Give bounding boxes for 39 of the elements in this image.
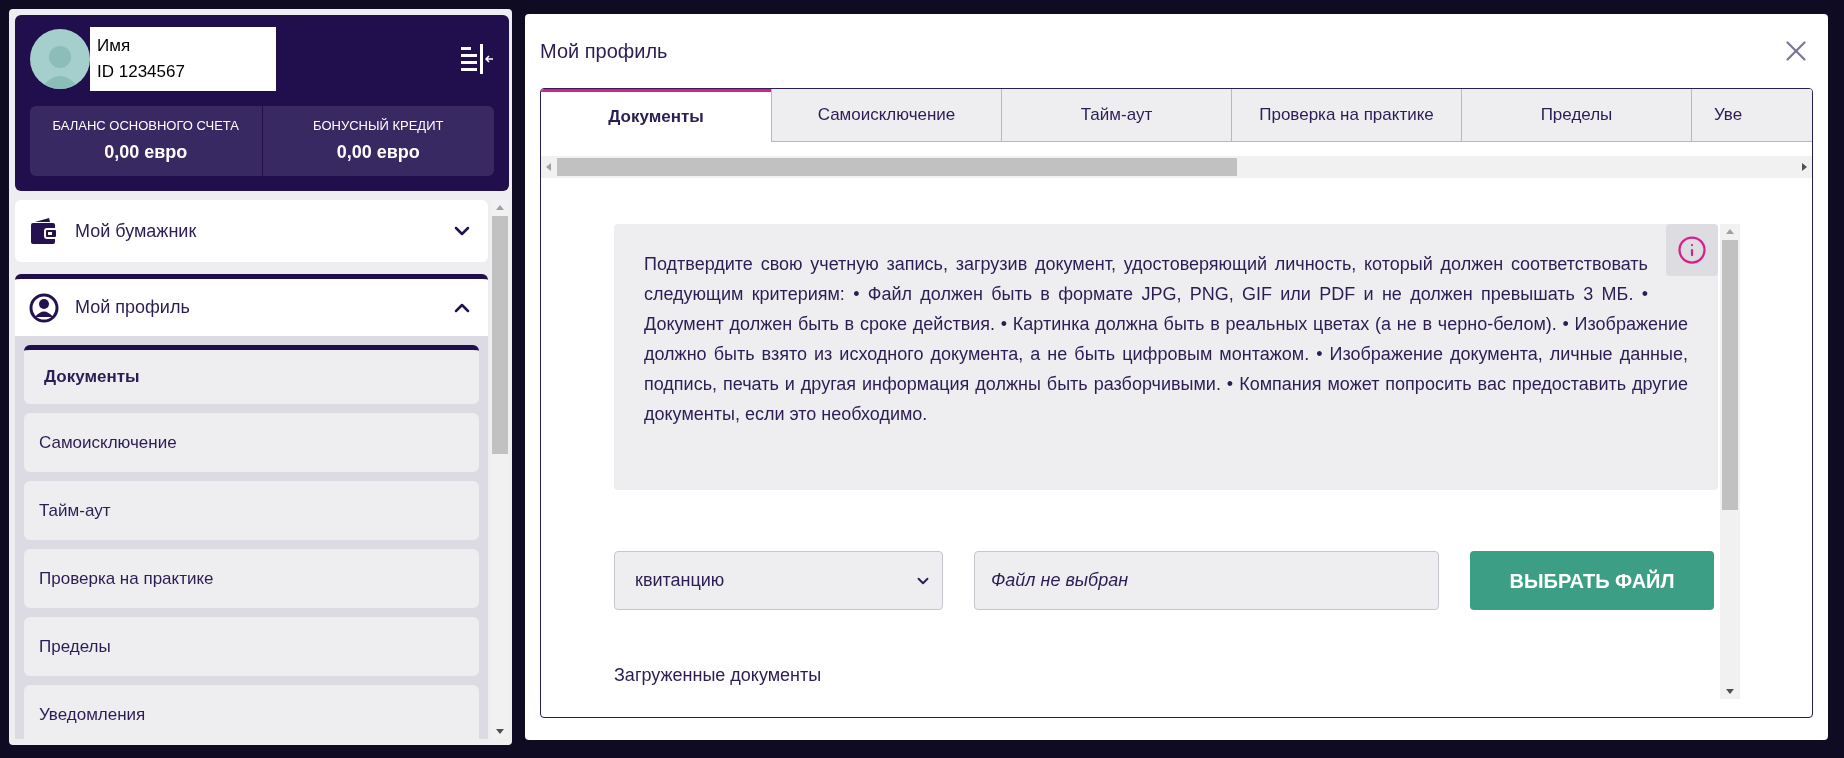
document-type-select[interactable]: квитанцию (614, 551, 943, 610)
info-text: Подтвердите свою учетную запись, загрузив документ, удостоверяющий личность, который должен соответствовать следующим критериям: • Файл должен быть в формате JPG, PNG, GIF или PDF и не должен превышать 3 МБ. • Документ должен быть в сроке действия. • Картинка должна быть в реальных цветах (а не в черно-белом). • Изображение должно быть взято из исходного документа, а не быть цифровым монтажом. • Изображение документа, личные данные, подпись, печать и другая информация должны быть разборчивыми. • Компания может попросить вас предоставить другие документы, если это необходимо. (644, 253, 1688, 426)
balance-label: БОНУСНЫЙ КРЕДИТ (313, 116, 444, 135)
uploaded-documents-heading: Загруженные документы (614, 664, 823, 687)
menu-item[interactable]: Мой профиль (15, 274, 488, 336)
submenu-item[interactable]: Пределы (24, 617, 479, 676)
vertical-scrollbar[interactable] (1720, 224, 1740, 699)
submenu-item[interactable]: Самоисключение (24, 413, 479, 472)
tab[interactable]: Самоисключение (771, 89, 1001, 142)
balance-label: БАЛАНС ОСНОВНОГО СЧЕТА (52, 116, 239, 135)
balance-value: 0,00 евро (336, 141, 420, 165)
collapse-menu-icon[interactable] (460, 44, 494, 74)
dialog-title: Мой профиль (540, 39, 668, 64)
scroll-left-icon[interactable] (544, 162, 554, 172)
user-circle-icon (29, 292, 59, 323)
menu-label: Мой бумажник (75, 219, 198, 243)
horizontal-scrollbar[interactable] (541, 156, 1812, 178)
balance-value: 0,00 евро (104, 141, 188, 165)
menu-label: Мой профиль (75, 296, 191, 319)
submenu-item[interactable]: Тайм-аут (24, 481, 479, 540)
scroll-down-icon[interactable] (1725, 686, 1735, 696)
submenu-item[interactable]: Проверка на практике (24, 549, 479, 608)
scroll-up-icon[interactable] (1725, 227, 1735, 237)
tab[interactable]: Пределы (1461, 89, 1691, 142)
menu-item[interactable]: Мой бумажник (15, 200, 488, 262)
scroll-up-icon[interactable] (495, 203, 505, 213)
info-icon (1677, 235, 1707, 265)
tab[interactable]: Уве (1691, 89, 1812, 142)
info-button[interactable] (1666, 224, 1718, 276)
submenu-item[interactable]: Уведомления (24, 685, 479, 739)
file-name-field[interactable]: Файл не выбран (974, 551, 1439, 610)
scroll-down-icon[interactable] (495, 726, 505, 736)
tab[interactable]: Проверка на практике (1231, 89, 1461, 142)
user-name: Имя (97, 35, 132, 57)
scroll-right-icon[interactable] (1799, 162, 1809, 172)
user-id: ID 1234567 (97, 61, 186, 83)
submenu-item[interactable]: Документы (24, 345, 479, 404)
tab[interactable]: Тайм-аут (1001, 89, 1231, 142)
wallet-icon (29, 216, 59, 246)
